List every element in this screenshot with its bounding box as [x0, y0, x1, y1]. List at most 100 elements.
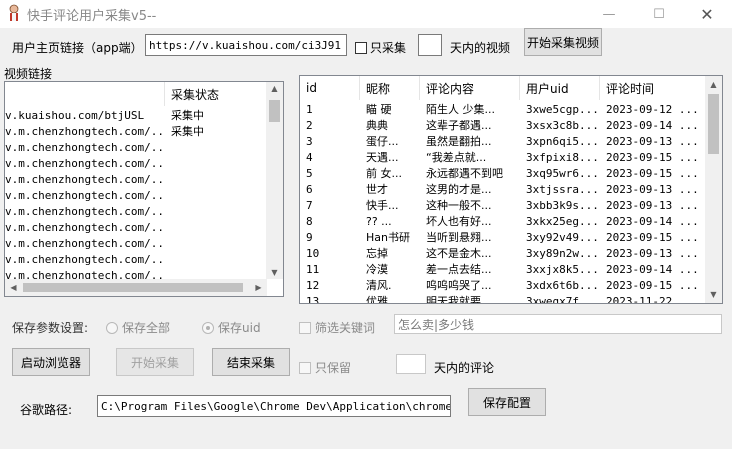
time-cell: 2023-09-14 ... [606, 119, 699, 132]
comment-cell: 陌生人 少集... [426, 103, 495, 116]
save-uid-radio[interactable]: 保存uid [202, 319, 261, 336]
video-list-row[interactable]: v.m.chenzhongtech.com/... [5, 156, 267, 172]
uid-cell: 3xxjx8k5... [526, 263, 599, 276]
uid-cell: 3xbb3k9s... [526, 199, 599, 212]
filter-keyword-checkbox[interactable]: 筛选关键词 [299, 319, 375, 336]
comment-cell: “我差点就... [426, 151, 487, 164]
scroll-thumb[interactable] [708, 94, 719, 154]
comment-row[interactable]: 2 典典 这辈子都遇... 3xsx3c8b... 2023-09-14 ... [300, 118, 706, 134]
video-col-status[interactable]: 采集状态 [165, 82, 267, 106]
keep-days-input[interactable] [396, 354, 426, 374]
comment-row[interactable]: 8 ?? ... 坏人也有好... 3xkx25eg... 2023-09-14 ... [300, 214, 706, 230]
scroll-thumb[interactable] [269, 100, 280, 122]
uid-cell: 3xq95wr6... [526, 167, 599, 180]
video-list-row[interactable]: v.m.chenzhongtech.com/... [5, 140, 267, 156]
scroll-right-icon[interactable]: ▶ [250, 283, 267, 292]
video-list-row[interactable]: v.m.chenzhongtech.com/... [5, 236, 267, 252]
uid-cell: 3xy89n2w... [526, 247, 599, 260]
launch-browser-button[interactable]: 启动浏览器 [12, 348, 90, 376]
video-list[interactable]: 采集状态 v.kuaishou.com/btjUSL 采集中 v.m.chenzho… [4, 81, 284, 297]
time-cell: 2023-09-13 ... [606, 183, 699, 196]
uid-cell: 3xkx25eg... [526, 215, 599, 228]
chrome-path-input[interactable]: C:\Program Files\Google\Chrome Dev\Appli… [97, 395, 451, 417]
video-links-label: 视频链接 [4, 67, 53, 81]
uid-cell: 3xwegx7f... [526, 295, 599, 304]
only-keep-box[interactable] [299, 361, 311, 374]
only-collect-box[interactable] [355, 41, 367, 54]
comment-row[interactable]: 5 前 女... 永远都遇不到吧 3xq95wr6... 2023-09-15 ... [300, 166, 706, 182]
hscroll-thumb[interactable] [23, 283, 243, 292]
comment-row[interactable]: 12 清风. 呜呜呜哭了... 3xdx6t6b... 2023-09-15 ... [300, 278, 706, 294]
video-list-header: 采集状态 [5, 82, 267, 106]
comment-row[interactable]: 7 快手... 这种一般不... 3xbb3k9s... 2023-09-13 ... [300, 198, 706, 214]
video-col-link[interactable] [5, 82, 165, 106]
video-status-cell [165, 236, 267, 252]
uid-cell: 3xsx3c8b... [526, 119, 599, 132]
video-status-cell: 采集中 [171, 109, 204, 122]
col-time[interactable]: 评论时间 [600, 76, 706, 100]
id-cell: 12 [306, 279, 320, 292]
video-link-cell: v.m.chenzhongtech.com/... [5, 221, 165, 234]
start-video-collect-button[interactable]: 开始采集视频 [524, 28, 602, 56]
scroll-down-icon[interactable]: ▼ [266, 268, 283, 277]
video-link-cell: v.m.chenzhongtech.com/... [5, 125, 165, 138]
comment-row[interactable]: 4 天遇... “我差点就... 3xfpixi8... 2023-09-15 ... [300, 150, 706, 166]
save-config-button[interactable]: 保存配置 [468, 388, 546, 416]
comment-cell: 差一点去结... [426, 263, 492, 276]
close-icon[interactable]: ✕ [684, 0, 730, 28]
comment-row[interactable]: 1 瞄 硬 陌生人 少集... 3xwe5cgp... 2023-09-12 ... [300, 102, 706, 118]
comment-table[interactable]: id 昵称 评论内容 用户uid 评论时间 1 瞄 硬 陌生人 少集... 3xwe5… [299, 75, 723, 304]
video-list-row[interactable]: v.m.chenzhongtech.com/... [5, 204, 267, 220]
id-cell: 6 [306, 183, 313, 196]
nickname-cell: Han书研 [366, 231, 410, 244]
scroll-up-icon[interactable]: ▲ [705, 80, 722, 89]
save-all-radio[interactable]: 保存全部 [106, 319, 170, 336]
video-status-cell [165, 188, 267, 204]
comment-cell: 这不是金木... [426, 247, 492, 260]
comment-table-scrollbar[interactable]: ▲ ▼ [705, 76, 722, 303]
video-list-scrollbar[interactable]: ▲ ▼ [266, 82, 283, 279]
comment-row[interactable]: 11 冷漠 差一点去结... 3xxjx8k5... 2023-09-14 ... [300, 262, 706, 278]
scroll-left-icon[interactable]: ◀ [5, 283, 22, 292]
id-cell: 8 [306, 215, 313, 228]
nickname-cell: 蛋仔... [366, 135, 399, 148]
maximize-icon[interactable]: ☐ [636, 0, 682, 28]
video-list-hscrollbar[interactable]: ◀ ▶ [5, 279, 267, 296]
end-collect-button[interactable]: 结束采集 [212, 348, 290, 376]
time-cell: 2023-11-22 ... [606, 295, 699, 304]
scroll-up-icon[interactable]: ▲ [266, 84, 283, 93]
save-uid-radio-dot[interactable] [202, 321, 214, 334]
comment-row[interactable]: 9 Han书研 当听到悬翙... 3xy92v49... 2023-09-15 ... [300, 230, 706, 246]
nickname-cell: 清风. [366, 279, 392, 292]
comment-row[interactable]: 3 蛋仔... 虽然是翻拍... 3xpn6qi5... 2023-09-13 ... [300, 134, 706, 150]
col-comment[interactable]: 评论内容 [420, 76, 520, 100]
col-nickname[interactable]: 昵称 [360, 76, 420, 100]
user-url-input[interactable]: https://v.kuaishou.com/ci3J91 [145, 34, 347, 56]
minimize-icon[interactable]: — [586, 0, 632, 28]
scroll-down-icon[interactable]: ▼ [705, 290, 722, 299]
video-list-row[interactable]: v.m.chenzhongtech.com/... [5, 220, 267, 236]
video-link-cell: v.m.chenzhongtech.com/... [5, 253, 165, 266]
video-list-row[interactable]: v.m.chenzhongtech.com/... [5, 188, 267, 204]
comment-row[interactable]: 10 忘掉 这不是金木... 3xy89n2w... 2023-09-13 ... [300, 246, 706, 262]
col-id[interactable]: id [300, 76, 360, 100]
video-days-input[interactable] [418, 34, 442, 56]
comment-row[interactable]: 13 优雅... 明天我就要... 3xwegx7f... 2023-11-22 ... [300, 294, 706, 304]
only-keep-checkbox[interactable]: 只保留 [299, 359, 351, 376]
video-list-row[interactable]: v.m.chenzhongtech.com/... [5, 252, 267, 268]
save-uid-label: 保存uid [218, 321, 261, 335]
only-collect-checkbox[interactable]: 只采集 [355, 39, 406, 56]
video-list-row[interactable]: v.kuaishou.com/btjUSL 采集中 [5, 108, 267, 124]
filter-keyword-box[interactable] [299, 321, 311, 334]
save-all-radio-dot[interactable] [106, 321, 118, 334]
id-cell: 7 [306, 199, 313, 212]
video-list-row[interactable]: v.m.chenzhongtech.com/... 采集中 [5, 124, 267, 140]
col-uid[interactable]: 用户uid [520, 76, 600, 100]
comment-table-body: 1 瞄 硬 陌生人 少集... 3xwe5cgp... 2023-09-12 ... 2 典… [300, 102, 706, 304]
video-link-cell: v.kuaishou.com/btjUSL [5, 109, 145, 122]
start-collect-button[interactable]: 开始采集 [116, 348, 194, 376]
comment-row[interactable]: 6 世才 这男的才是... 3xtjssra... 2023-09-13 ... [300, 182, 706, 198]
keyword-input[interactable]: 怎么卖|多少钱 [394, 314, 722, 334]
video-list-row[interactable]: v.m.chenzhongtech.com/... [5, 172, 267, 188]
uid-cell: 3xtjssra... [526, 183, 599, 196]
